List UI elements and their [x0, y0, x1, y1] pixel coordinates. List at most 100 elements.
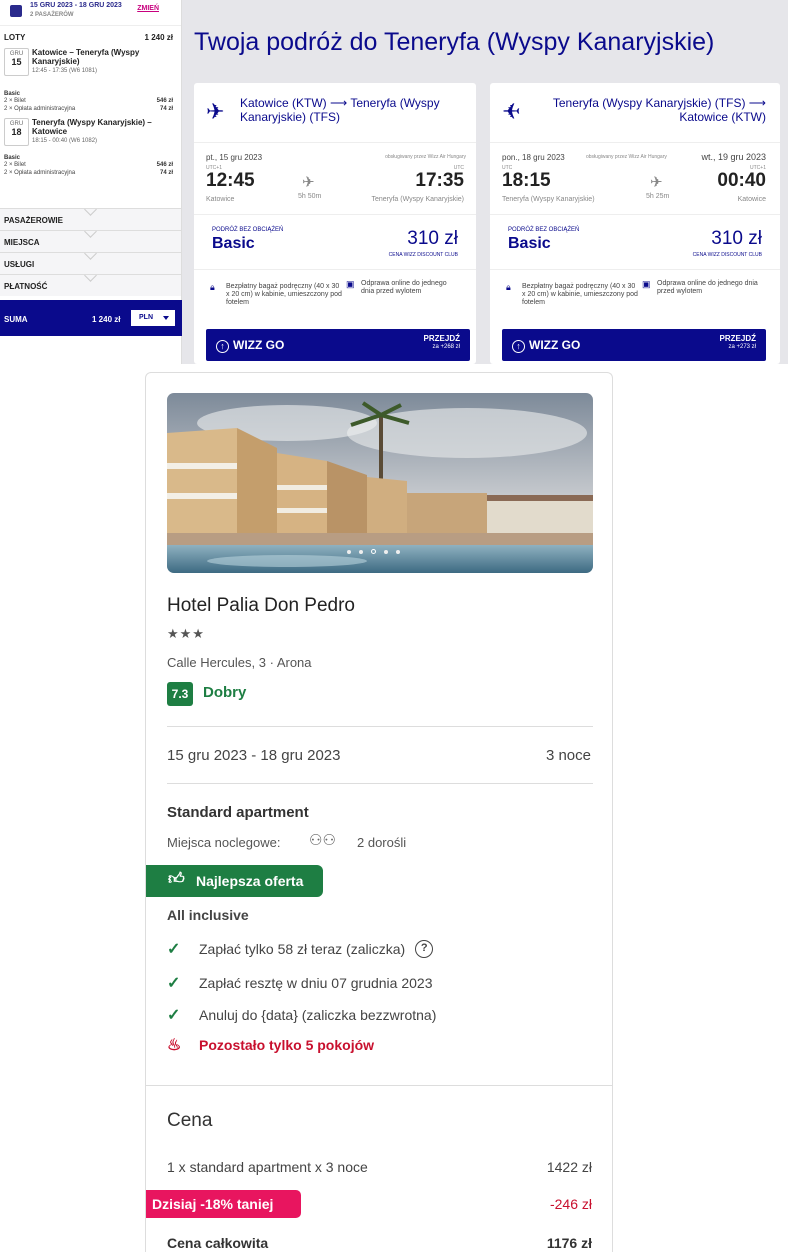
summary-sections: PASAŻEROWIE MIEJSCA USŁUGI PŁATNOŚĆ	[0, 208, 181, 296]
price-title: Cena	[167, 1110, 213, 1131]
operator-note: obsługiwany przez Wizz Air Hungary	[385, 154, 466, 160]
carousel-dot[interactable]	[384, 550, 388, 554]
wizz-go-text: WIZZ GO	[529, 338, 581, 352]
section-payment[interactable]: PŁATNOŚĆ	[0, 274, 181, 296]
help-icon[interactable]: ?	[415, 940, 434, 958]
chevron-down-icon	[163, 316, 169, 320]
wizz-go-label: ↑ WIZZ GO	[216, 338, 284, 353]
carousel-dot[interactable]	[396, 550, 400, 554]
perk-text: Anuluj do {data} (zaliczka bezzwrotna)	[199, 1007, 437, 1023]
check-icon: ✓	[167, 975, 181, 992]
total-price-value: 1176 zł	[546, 1235, 592, 1251]
fare-line: 2 × Opłata administracyjna 74 zł	[4, 105, 173, 113]
arrow-up-icon: ↑	[216, 340, 229, 353]
feature-bag: Bezpłatny bagaż podręczny (40 x 30 x 20 …	[522, 283, 638, 306]
fare-option[interactable]: PODRÓŻ BEZ OBCIĄŻEŃ Basic 310 zł CENA WI…	[194, 215, 476, 270]
summary-header: 15 GRU 2023 - 18 GRU 2023 2 PASAŻERÓW ZM…	[0, 0, 181, 26]
flight-duration: 5h 50m	[298, 193, 322, 200]
carousel-dot[interactable]	[359, 550, 363, 554]
flights-row: LOTY 1 240 zł	[0, 33, 181, 42]
flight-booking-section: 15 GRU 2023 - 18 GRU 2023 2 PASAŻERÓW ZM…	[0, 0, 788, 364]
upgrade-cta: PRZEJDŹ za +273 zł	[720, 334, 756, 350]
check-icon: ✓	[167, 1007, 181, 1024]
wizz-go-button[interactable]: ↑ WIZZ GO PRZEJDŹ za +268 zł	[206, 329, 470, 361]
flight-arrow-icon: ✈	[302, 174, 315, 191]
upgrade-cta-text: PRZEJDŹ	[423, 334, 460, 343]
card-route: Teneryfa (Wyspy Kanaryjskie) (TFS) ⟶ Kat…	[552, 96, 766, 124]
arrival-place: Katowice	[737, 196, 766, 203]
flight-route: Katowice – Teneryfa (Wyspy Kanaryjskie)	[32, 48, 140, 66]
flight-card-outbound: ✈ Katowice (KTW) ⟶ Teneryfa (Wyspy Kanar…	[194, 83, 476, 364]
calendar-icon: ▣	[346, 279, 355, 289]
flight-arrow-icon: ✈	[650, 174, 663, 191]
fare-line: 2 × Opłata administracyjna 74 zł	[4, 169, 173, 177]
page-title: Twoja podróż do Teneryfa (Wyspy Kanaryjs…	[194, 28, 715, 56]
hotel-photo	[167, 393, 593, 573]
flight-route: Teneryfa (Wyspy Kanaryjskie) – Katowice	[32, 118, 152, 136]
fare-features: 🔒︎ Bezpłatny bagaż podręczny (40 x 30 x …	[194, 270, 476, 322]
hotel-address: Calle Hercules, 3 · Arona	[167, 655, 312, 670]
feature-checkin: Odprawa online do jednego dnia przed wyl…	[361, 280, 447, 295]
calendar-icon: ▣	[642, 279, 651, 289]
wizz-go-text: WIZZ GO	[233, 338, 285, 352]
carousel-dot-active[interactable]	[371, 549, 376, 554]
card-route: Katowice (KTW) ⟶ Teneryfa (Wyspy Kanaryj…	[240, 96, 440, 124]
fare-features: 🔒︎ Bezpłatny bagaż podręczny (40 x 30 x …	[490, 270, 780, 322]
hotel-photo-carousel[interactable]	[167, 393, 593, 573]
discount-club-note: CENA WIZZ DISCOUNT CLUB	[388, 252, 458, 258]
change-link[interactable]: ZMIEŃ	[137, 5, 159, 12]
total-value: 1 240 zł	[92, 315, 121, 324]
room-type: Standard apartment	[167, 804, 309, 821]
price-line-value: 1422 zł	[546, 1159, 592, 1175]
arrival-date: wt., 19 gru 2023	[701, 152, 766, 162]
card-times: pon., 18 gru 2023 obsługiwany przez Wizz…	[490, 143, 780, 215]
card-header: ✈ Katowice (KTW) ⟶ Teneryfa (Wyspy Kanar…	[194, 83, 476, 143]
review-rating-label: Dobry	[203, 684, 247, 701]
total-price-label: Cena całkowita	[167, 1235, 269, 1251]
perk-cancel: ✓ Anuluj do {data} (zaliczka bezzwrotna)	[167, 1005, 436, 1025]
discount-club-note: CENA WIZZ DISCOUNT CLUB	[692, 252, 762, 258]
flight-meta: 18:15 - 00:40 (W6 1082)	[32, 138, 98, 144]
stay-dates: 15 gru 2023 - 18 gru 2023	[167, 747, 341, 764]
upgrade-price: za +273 zł	[728, 344, 756, 350]
wizz-go-label: ↑ WIZZ GO	[512, 338, 580, 353]
currency-select[interactable]: PLN	[131, 310, 175, 326]
flights-label: LOTY	[4, 33, 26, 42]
card-header: ✈ Teneryfa (Wyspy Kanaryjskie) (TFS) ⟶ K…	[490, 83, 780, 143]
stay-nights: 3 noce	[545, 747, 591, 764]
fare-name: Basic	[508, 235, 551, 252]
fare-name: Basic	[212, 235, 255, 252]
hotel-name[interactable]: Hotel Palia Don Pedro	[167, 595, 355, 617]
star-rating: ★★★	[167, 626, 205, 641]
price-line-label: 1 x standard apartment x 3 noce	[167, 1159, 368, 1175]
calendar-icon	[10, 5, 22, 17]
accommodation-label: Miejsca noclegowe:	[167, 835, 281, 850]
card-times: pt., 15 gru 2023 obsługiwany przez Wizz …	[194, 143, 476, 215]
arrow-up-icon: ↑	[512, 340, 525, 353]
fire-icon: ♨	[167, 1037, 182, 1054]
upgrade-cta-text: PRZEJDŹ	[719, 334, 756, 343]
fare-option[interactable]: PODRÓŻ BEZ OBCIĄŻEŃ Basic 310 zł CENA WI…	[490, 215, 780, 270]
departure-date: pt., 15 gru 2023	[206, 153, 263, 162]
summary-flight-outbound: GRU 15 Katowice – Teneryfa (Wyspy Kanary…	[0, 48, 181, 93]
divider	[167, 783, 593, 784]
persons-icon: ⚇⚇	[309, 832, 336, 849]
rooms-left-text: Pozostało tylko 5 pokojów	[199, 1037, 375, 1053]
rooms-left-warning: ♨ Pozostało tylko 5 pokojów	[167, 1035, 374, 1055]
carousel-dot[interactable]	[347, 550, 351, 554]
booking-summary-sidebar: 15 GRU 2023 - 18 GRU 2023 2 PASAŻERÓW ZM…	[0, 0, 182, 364]
plane-icon: ✈	[206, 99, 225, 124]
summary-dates: 15 GRU 2023 - 18 GRU 2023	[30, 2, 122, 9]
summary-passengers: 2 PASAŻERÓW	[30, 12, 74, 18]
upgrade-price: za +268 zł	[432, 344, 460, 350]
divider	[146, 1085, 612, 1086]
perk-text: Zapłać resztę w dniu 07 grudnia 2023	[199, 975, 433, 991]
arrival-time: 17:35	[415, 170, 464, 191]
fare-line-value: 74 zł	[159, 106, 173, 112]
fare-line: 2 × Bilet 546 zł	[4, 97, 173, 105]
arrival-place: Teneryfa (Wyspy Kanaryjskie)	[371, 196, 464, 203]
bag-icon: 🔒︎	[210, 282, 215, 292]
wizz-go-button[interactable]: ↑ WIZZ GO PRZEJDŹ za +273 zł	[502, 329, 766, 361]
discount-badge: Dzisiaj -18% taniej	[146, 1190, 301, 1218]
thumbs-up-icon: 👍︎	[168, 871, 185, 888]
